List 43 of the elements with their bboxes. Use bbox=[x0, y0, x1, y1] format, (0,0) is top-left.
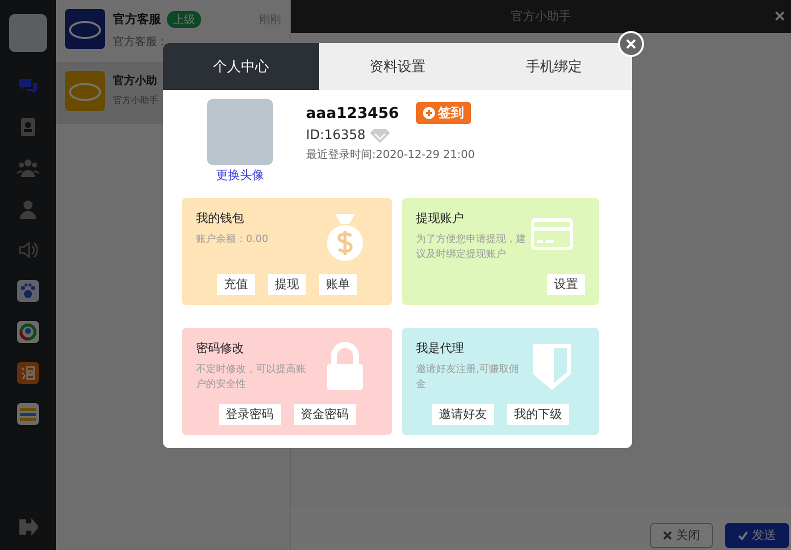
card-action-button[interactable]: 账单 bbox=[319, 274, 357, 295]
card-description: 不定时修改，可以提高账户的安全性 bbox=[196, 363, 306, 392]
close-icon bbox=[625, 38, 637, 50]
close-button[interactable]: × bbox=[770, 4, 789, 29]
card-action-button[interactable]: 充值 bbox=[217, 274, 255, 295]
group-icon[interactable] bbox=[17, 157, 39, 179]
check-icon bbox=[738, 530, 748, 540]
logout-icon[interactable] bbox=[18, 518, 38, 536]
logo-icon bbox=[65, 9, 105, 49]
stack-icon[interactable] bbox=[17, 403, 39, 425]
card-title: 提现账户 bbox=[416, 210, 465, 227]
close-icon bbox=[663, 531, 672, 540]
window-title: 官方小助手 bbox=[511, 8, 571, 25]
contact-name: 官方小助 bbox=[113, 73, 157, 88]
card-action-button[interactable]: 设置 bbox=[547, 274, 585, 295]
change-avatar-link[interactable]: 更换头像 bbox=[216, 167, 264, 184]
username: aaa123456 bbox=[306, 104, 399, 122]
card-action-button[interactable]: 邀请好友 bbox=[432, 404, 494, 425]
card-description: 邀请好友注册,可赚取佣金 bbox=[416, 363, 520, 392]
plus-icon bbox=[423, 107, 435, 119]
card-action-button[interactable]: 登录密码 bbox=[218, 404, 280, 425]
contact-name: 官方客服 bbox=[113, 11, 161, 28]
person-icon[interactable] bbox=[17, 198, 39, 220]
tab[interactable]: 个人中心 bbox=[163, 43, 320, 90]
avatar-photo-placeholder[interactable] bbox=[9, 14, 47, 52]
user-id: ID:16358 bbox=[306, 128, 366, 143]
card-action-button[interactable]: 资金密码 bbox=[294, 404, 356, 425]
card-title: 我的钱包 bbox=[196, 210, 245, 227]
last-login-time: 最近登录时间:2020-12-29 21:00 bbox=[306, 147, 475, 162]
logo-icon bbox=[65, 71, 105, 111]
shop-icon[interactable] bbox=[17, 362, 39, 384]
speaker-icon[interactable] bbox=[17, 239, 39, 261]
level-badge: 上级 bbox=[167, 11, 201, 28]
card-action-button[interactable]: 提现 bbox=[268, 274, 306, 295]
avatar-photo-placeholder bbox=[207, 99, 273, 165]
card-title: 密码修改 bbox=[196, 340, 245, 357]
ring-icon[interactable] bbox=[17, 321, 39, 343]
card-description: 为了方便您申请提现，建议及时绑定提现账户 bbox=[416, 233, 526, 262]
card-title: 我是代理 bbox=[416, 340, 465, 357]
card-action-button[interactable]: 我的下级 bbox=[507, 404, 569, 425]
card-description: 账户余额：0.00 bbox=[196, 233, 270, 247]
paw-icon[interactable] bbox=[17, 280, 39, 302]
diamond-icon bbox=[370, 128, 390, 142]
